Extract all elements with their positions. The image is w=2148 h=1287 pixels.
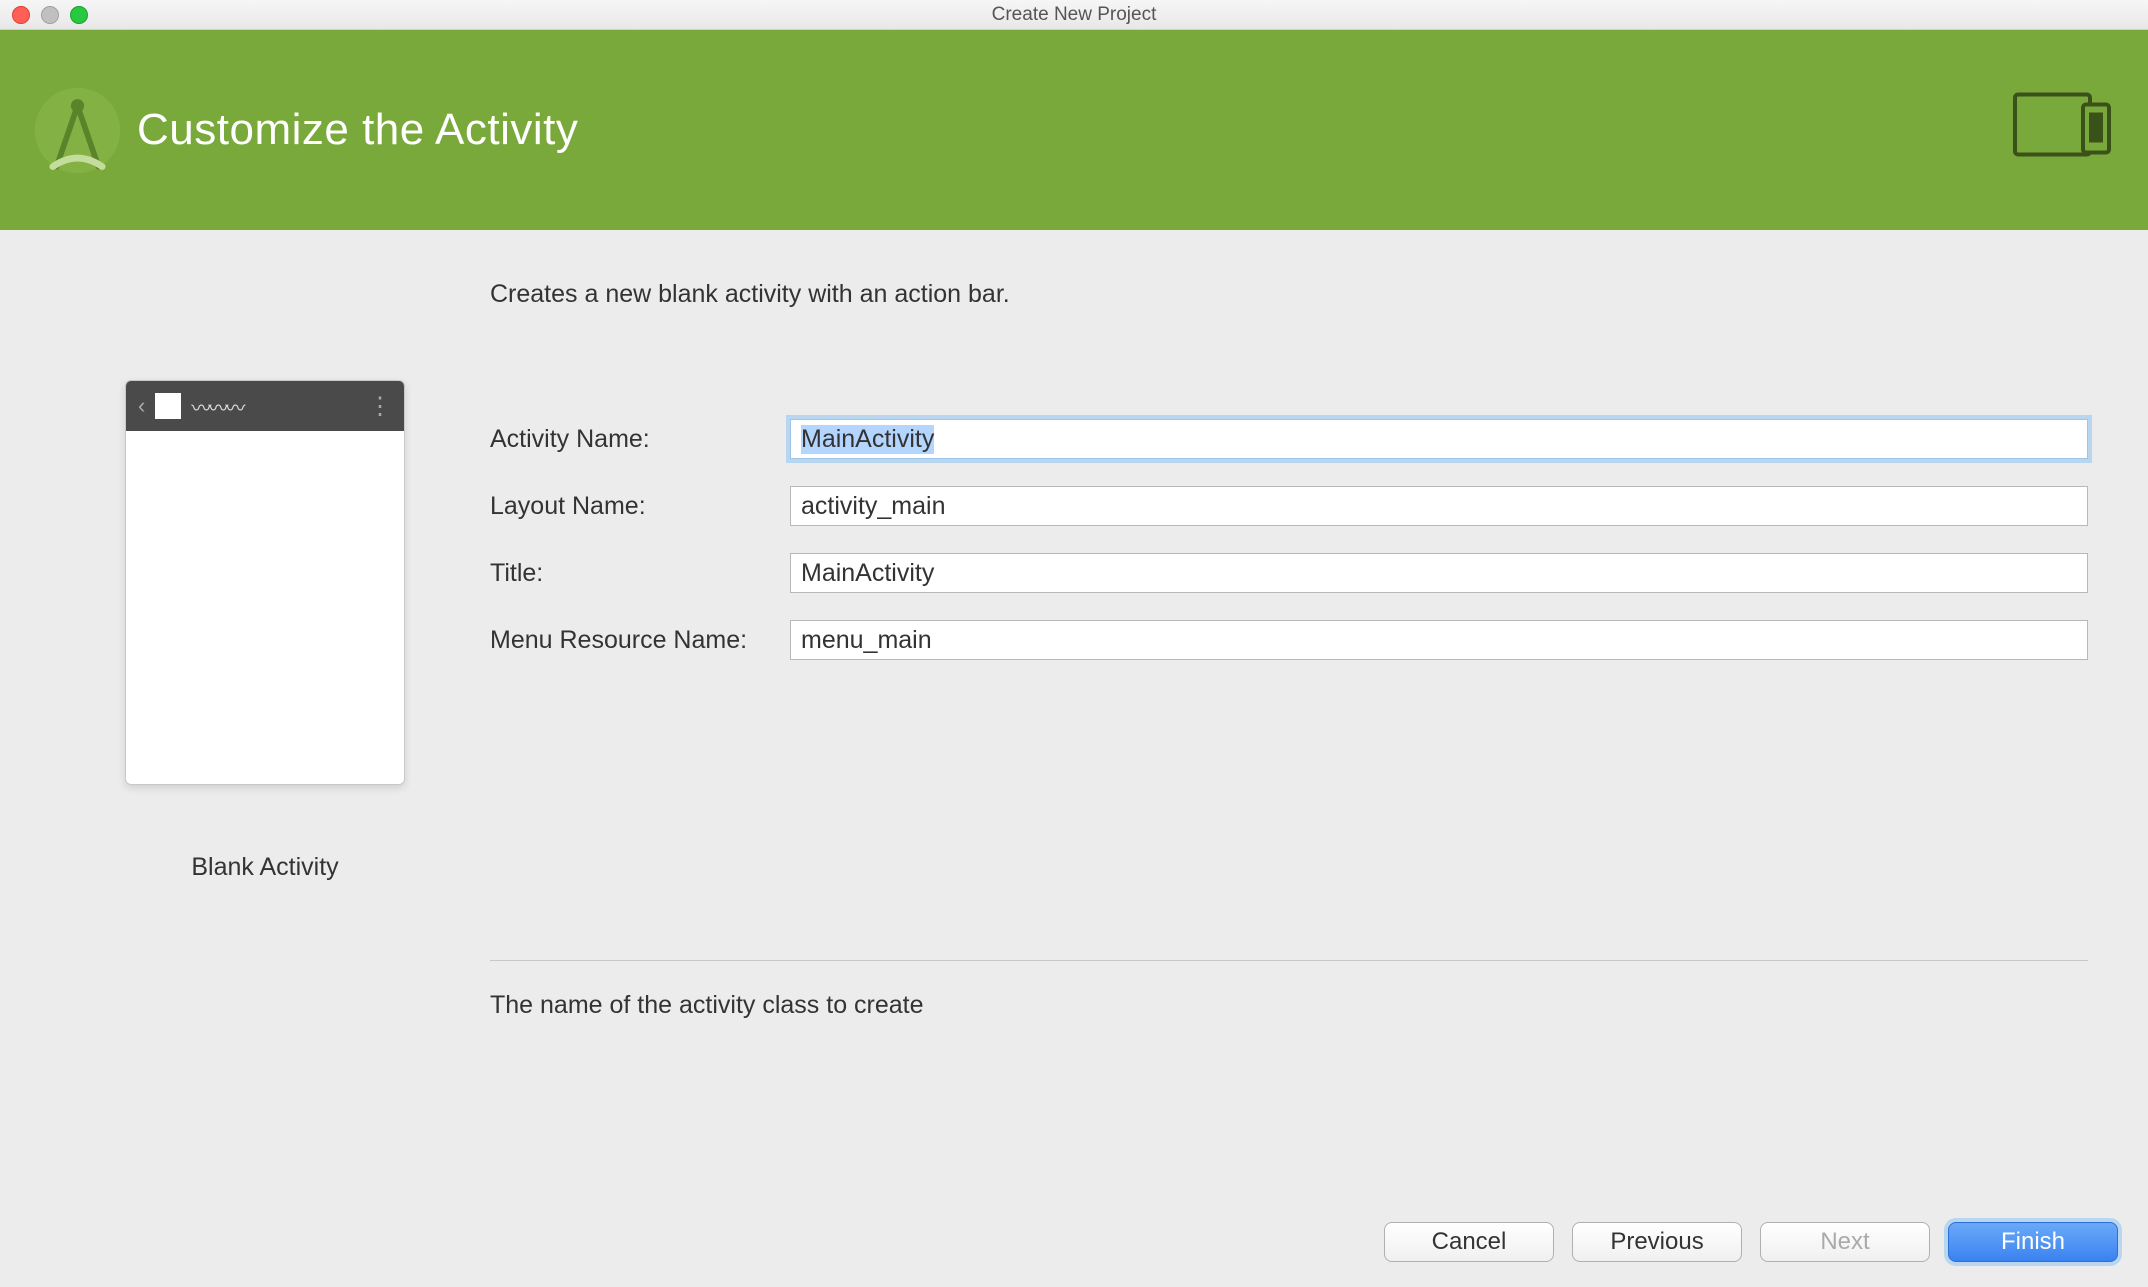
layout-name-field[interactable] bbox=[790, 486, 2088, 526]
wave-decoration-icon: 〰〰〰 bbox=[191, 392, 358, 421]
layout-name-row: Layout Name: bbox=[490, 486, 2088, 526]
title-row: Title: bbox=[490, 553, 2088, 593]
header-title: Customize the Activity bbox=[137, 105, 578, 155]
preview-label: Blank Activity bbox=[191, 853, 338, 882]
minimize-window-button[interactable] bbox=[41, 6, 59, 24]
cancel-button[interactable]: Cancel bbox=[1384, 1222, 1554, 1262]
title-label: Title: bbox=[490, 559, 790, 588]
layout-name-label: Layout Name: bbox=[490, 492, 790, 521]
titlebar: Create New Project bbox=[0, 0, 2148, 30]
activity-name-field[interactable] bbox=[790, 419, 2088, 459]
wizard-footer: Cancel Previous Next Finish bbox=[1384, 1222, 2118, 1262]
close-window-button[interactable] bbox=[12, 6, 30, 24]
finish-button[interactable]: Finish bbox=[1948, 1222, 2118, 1262]
back-chevron-icon: ‹ bbox=[138, 393, 145, 419]
traffic-lights bbox=[12, 6, 88, 24]
form-column: Creates a new blank activity with an act… bbox=[490, 280, 2108, 1020]
hint-divider bbox=[490, 960, 2088, 961]
device-icon bbox=[2013, 93, 2118, 168]
activity-name-label: Activity Name: bbox=[490, 425, 790, 454]
title-field[interactable] bbox=[790, 553, 2088, 593]
android-studio-icon bbox=[30, 83, 125, 178]
window-title: Create New Project bbox=[992, 4, 1157, 26]
app-icon bbox=[155, 393, 181, 419]
menu-resource-label: Menu Resource Name: bbox=[490, 626, 790, 655]
preview-column: ‹ 〰〰〰 ⋮ Blank Activity bbox=[40, 280, 490, 1020]
preview-actionbar: ‹ 〰〰〰 ⋮ bbox=[126, 381, 404, 431]
description-text: Creates a new blank activity with an act… bbox=[490, 280, 2088, 309]
activity-preview: ‹ 〰〰〰 ⋮ bbox=[125, 380, 405, 785]
wizard-content: ‹ 〰〰〰 ⋮ Blank Activity Creates a new bla… bbox=[0, 230, 2148, 1020]
wizard-header: Customize the Activity bbox=[0, 30, 2148, 230]
menu-resource-field[interactable] bbox=[790, 620, 2088, 660]
maximize-window-button[interactable] bbox=[70, 6, 88, 24]
hint-text: The name of the activity class to create bbox=[490, 991, 2088, 1020]
activity-name-row: Activity Name: bbox=[490, 419, 2088, 459]
menu-resource-row: Menu Resource Name: bbox=[490, 620, 2088, 660]
overflow-menu-icon: ⋮ bbox=[368, 392, 392, 421]
next-button[interactable]: Next bbox=[1760, 1222, 1930, 1262]
previous-button[interactable]: Previous bbox=[1572, 1222, 1742, 1262]
